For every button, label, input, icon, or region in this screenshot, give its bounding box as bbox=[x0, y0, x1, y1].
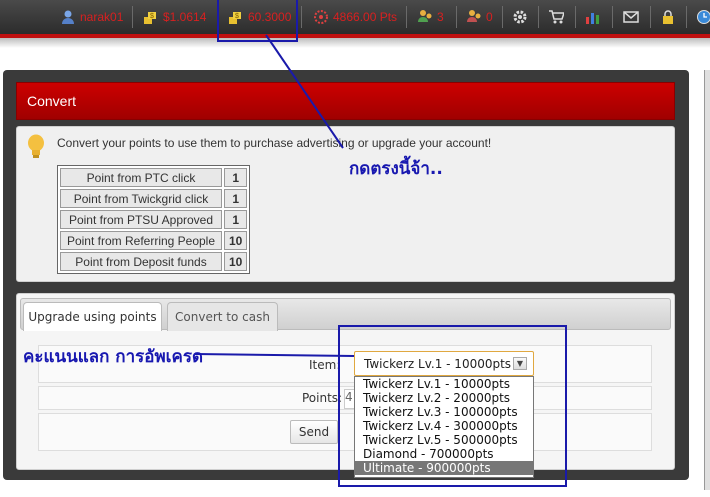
lock-button[interactable] bbox=[660, 0, 676, 34]
points-source-label: Point from PTC click bbox=[60, 168, 222, 187]
table-row: Point from PTSU Approved 1 bbox=[60, 210, 248, 229]
toolbar-divider bbox=[456, 6, 457, 28]
toolbar-divider bbox=[612, 6, 613, 28]
envelope-icon bbox=[623, 11, 639, 23]
tab-convert-to-cash[interactable]: Convert to cash bbox=[167, 302, 278, 331]
points-source-label: Point from PTSU Approved bbox=[60, 210, 222, 229]
toolbar-divider bbox=[650, 6, 651, 28]
toolbar-divider bbox=[575, 6, 576, 28]
rented-referrals-count: 0 bbox=[486, 10, 493, 24]
main-balance-value: $1.0614 bbox=[163, 10, 207, 24]
tab-label: Convert to cash bbox=[175, 310, 270, 324]
gear-icon bbox=[513, 10, 527, 24]
annotation-click-here: กดตรงนี้จ้า.. bbox=[349, 159, 443, 179]
table-row: Point from Deposit funds 10 bbox=[60, 252, 248, 271]
points-source-label: Point from Referring People bbox=[60, 231, 222, 250]
table-row: Point from Twickgrid click 1 bbox=[60, 189, 248, 208]
table-row: Point from PTC click 1 bbox=[60, 168, 248, 187]
user-icon bbox=[62, 10, 74, 24]
annotation-highlight-balance bbox=[217, 0, 298, 42]
points-source-label: Point from Deposit funds bbox=[60, 252, 222, 271]
direct-referrals[interactable]: 3 bbox=[417, 0, 444, 34]
points-source-value: 1 bbox=[224, 189, 248, 208]
page-scroll-edge bbox=[704, 70, 710, 490]
points-icon bbox=[314, 10, 328, 24]
points-source-value: 1 bbox=[224, 168, 248, 187]
rented-referrals[interactable]: 0 bbox=[466, 0, 493, 34]
clock-icon bbox=[697, 10, 710, 24]
tab-upgrade-using-points[interactable]: Upgrade using points bbox=[23, 302, 162, 331]
lock-icon bbox=[663, 10, 673, 24]
settings-button[interactable] bbox=[512, 0, 528, 34]
toolbar-divider bbox=[406, 6, 407, 28]
points-source-value: 10 bbox=[224, 252, 248, 271]
toolbar-shadow bbox=[0, 38, 710, 48]
item-label: Item: bbox=[309, 358, 341, 372]
clock-button[interactable] bbox=[696, 0, 710, 34]
annotation-exchange-points: คะแนนแลก การอัพเครด bbox=[23, 347, 204, 367]
points-label: Points: bbox=[302, 391, 343, 405]
svg-text:$: $ bbox=[150, 13, 154, 20]
toolbar-divider bbox=[538, 6, 539, 28]
direct-referrals-count: 3 bbox=[437, 10, 444, 24]
messages-button[interactable] bbox=[623, 0, 639, 34]
points-balance[interactable]: 4866.00 Pts bbox=[313, 0, 397, 34]
coins-icon: $ bbox=[144, 12, 156, 24]
main-balance[interactable]: $ $1.0614 bbox=[143, 0, 206, 34]
points-source-value: 10 bbox=[224, 231, 248, 250]
lightbulb-icon bbox=[28, 134, 44, 158]
referrals-icon bbox=[418, 10, 432, 22]
points-table: Point from PTC click 1 Point from Twickgri… bbox=[57, 165, 251, 274]
user-menu[interactable]: narak01 bbox=[60, 0, 123, 34]
toolbar-divider bbox=[301, 6, 302, 28]
tab-label: Upgrade using points bbox=[28, 310, 157, 324]
send-button[interactable]: Send bbox=[290, 420, 338, 444]
annotation-highlight-select bbox=[338, 325, 567, 487]
shopping-cart-icon bbox=[549, 10, 564, 24]
bar-chart-icon bbox=[586, 13, 599, 24]
rented-referrals-icon bbox=[467, 10, 481, 22]
toolbar-divider bbox=[686, 6, 687, 28]
username: narak01 bbox=[80, 10, 124, 24]
panel-title-bar: Convert bbox=[16, 82, 675, 120]
table-row: Point from Referring People 10 bbox=[60, 231, 248, 250]
info-text: Convert your points to use them to purch… bbox=[57, 136, 492, 150]
panel-title: Convert bbox=[27, 93, 77, 109]
points-balance-value: 4866.00 Pts bbox=[333, 10, 398, 24]
points-source-label: Point from Twickgrid click bbox=[60, 189, 222, 208]
stats-button[interactable] bbox=[585, 0, 601, 34]
toolbar-divider bbox=[132, 6, 133, 28]
points-source-value: 1 bbox=[224, 210, 248, 229]
cart-button[interactable] bbox=[548, 0, 564, 34]
toolbar-divider bbox=[502, 6, 503, 28]
